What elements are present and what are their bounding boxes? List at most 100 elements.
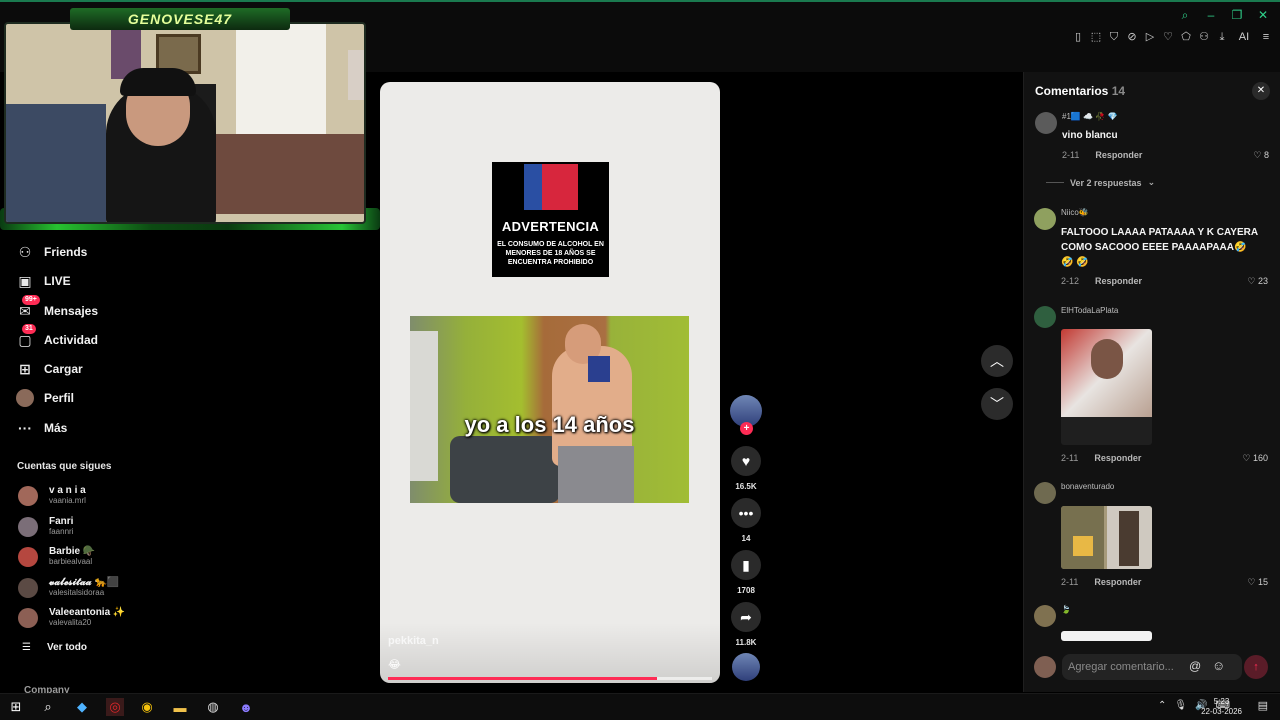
creator-avatar-button[interactable]: + (730, 395, 762, 435)
nav-profile[interactable]: Perfil (16, 389, 74, 407)
opera-icon[interactable]: ◎ (106, 698, 124, 716)
copilot-icon[interactable]: ◆ (73, 698, 91, 716)
see-all-link[interactable]: ☰ Ver todo (22, 642, 87, 653)
close-icon[interactable]: ✕ (1256, 8, 1270, 23)
following-item[interactable]: Barbie 🪖 barbiealvaal (18, 546, 95, 567)
follow-plus-icon[interactable]: + (740, 422, 753, 435)
chevron-up-icon[interactable]: ⌃ (1158, 700, 1166, 711)
creator-avatar: + (730, 395, 762, 435)
following-name: v a n i a (49, 485, 86, 496)
puzzle-icon[interactable]: ⬠ (1180, 30, 1192, 44)
live-icon: ▣ (18, 272, 32, 289)
nav-more[interactable]: ··· Más (16, 419, 67, 437)
comment-date: 2-11 (1061, 453, 1079, 463)
minimize-icon[interactable]: – (1204, 8, 1218, 23)
video-progress-fill (388, 677, 657, 680)
video-caption: yo a los 14 años (464, 412, 635, 437)
extension-icon[interactable]: ⚇ (1198, 30, 1210, 44)
send-icon[interactable]: ↑ (1244, 655, 1268, 679)
microphone-icon[interactable]: 🎙 (1174, 700, 1187, 711)
restore-icon[interactable]: ❐ (1230, 8, 1244, 23)
clock-time: 5:23 (1213, 697, 1230, 706)
following-item[interactable]: 𝓿𝓪𝓵𝓮𝓼𝓲𝓽𝓪𝓪 🐆⬛ valesitalsidoraa (18, 577, 119, 598)
comment-user[interactable]: bonaventurado (1061, 482, 1114, 491)
comment-like-count: 23 (1257, 276, 1268, 286)
avatar[interactable] (1034, 208, 1056, 230)
mention-icon[interactable]: @ (1189, 659, 1201, 673)
file-explorer-icon[interactable]: ▬ (171, 698, 189, 716)
nav-messages[interactable]: ✉ 99+ Mensajes (16, 295, 98, 320)
clip-shelf (410, 331, 438, 481)
share-count: 11.8K (735, 638, 757, 647)
reply-button[interactable]: Responder (1094, 453, 1141, 463)
heart-icon[interactable]: ♡ (1162, 30, 1174, 44)
download-icon[interactable]: ⤓ (1216, 30, 1228, 44)
reply-button[interactable]: Responder (1094, 577, 1141, 587)
reply-button[interactable]: Responder (1095, 150, 1142, 160)
following-item[interactable]: v a n i a vaania.mrl (18, 485, 86, 506)
heart-icon[interactable]: ♥ (731, 446, 761, 476)
sound-avatar-button[interactable] (730, 653, 762, 681)
nav-activity[interactable]: ▢ 31 Actividad (16, 324, 98, 349)
crop-icon[interactable]: ⬚ (1090, 30, 1102, 44)
following-item[interactable]: Fanri faannri (18, 516, 73, 537)
notifications-icon[interactable]: ▤ (1258, 699, 1268, 712)
nav-friends[interactable]: ⚇ Friends (16, 243, 88, 261)
comment-icon[interactable]: ••• (731, 498, 761, 528)
avatar[interactable] (1035, 112, 1057, 134)
avatar[interactable] (1034, 306, 1056, 328)
comment-user[interactable]: 🍃 (1061, 605, 1071, 614)
comment-user[interactable]: #1🟦 ☁️ 🥀 💎 (1062, 112, 1117, 121)
nav-upload[interactable]: ⊞ Cargar (16, 360, 83, 378)
video-author[interactable]: pekkita_n (388, 635, 439, 647)
comment-image[interactable] (1061, 329, 1152, 445)
emoji-icon[interactable]: ☺ (1212, 658, 1225, 673)
menu-icon[interactable]: ≡ (1260, 30, 1272, 44)
following-item[interactable]: Valeeantonia ✨ valevalita20 (18, 607, 125, 628)
comment-image-sticker (1073, 536, 1093, 556)
comment-meta: 2-11 Responder (1061, 453, 1141, 463)
comment-item: Niico🐝 FALTOOO LAAAA PATAAAA Y K CAYERA … (1034, 208, 1270, 288)
search-icon[interactable]: ⌕ (39, 698, 57, 716)
bookmark-icon[interactable]: ▮ (731, 550, 761, 580)
view-replies-button[interactable]: Ver 2 respuestas ⌄ (1046, 177, 1155, 188)
bookmark-icon[interactable]: ▯ (1072, 30, 1084, 44)
avatar[interactable] (1034, 605, 1056, 627)
block-icon[interactable]: ⊘ (1126, 30, 1138, 44)
search-icon[interactable]: ⌕ (1178, 8, 1192, 23)
comment-like-button[interactable]: ♡ 8 (1253, 150, 1269, 161)
obs-icon[interactable]: ◍ (204, 698, 222, 716)
comment-like-button[interactable]: ♡ 23 (1247, 276, 1268, 287)
previous-video-button[interactable]: ︿ (981, 345, 1013, 377)
messages-icon: ✉ 99+ (16, 295, 40, 320)
video-clip: yo a los 14 años (410, 316, 689, 503)
nav-live[interactable]: ▣ LIVE (16, 272, 70, 290)
following-name: 𝓿𝓪𝓵𝓮𝓼𝓲𝓽𝓪𝓪 🐆⬛ (49, 577, 120, 588)
comment-user[interactable]: ElHTodaLaPlata (1061, 306, 1118, 315)
comment-action[interactable]: ••• 14 (730, 498, 762, 543)
next-video-button[interactable]: ﹀ (981, 388, 1013, 420)
video-player[interactable]: ADVERTENCIA EL CONSUMO DE ALCOHOL EN MEN… (380, 82, 720, 683)
shield-icon[interactable]: ⛉ (1108, 30, 1120, 44)
comment-image[interactable] (1061, 631, 1152, 641)
share-action[interactable]: ➦ 11.8K (730, 602, 762, 647)
reply-button[interactable]: Responder (1095, 276, 1142, 286)
like-action[interactable]: ♥ 16.5K (730, 446, 762, 491)
comment-like-button[interactable]: ♡ 15 (1247, 577, 1268, 588)
close-icon[interactable]: ✕ (1252, 82, 1270, 100)
avatar[interactable] (1034, 482, 1056, 504)
windows-start-icon[interactable]: ⊞ (7, 698, 25, 716)
play-icon[interactable]: ▷ (1144, 30, 1156, 44)
comment-like-button[interactable]: ♡ 160 (1242, 453, 1268, 464)
save-action[interactable]: ▮ 1708 (730, 550, 762, 595)
comment-user[interactable]: Niico🐝 (1061, 208, 1089, 217)
clock[interactable]: 5:23 22-03-2026 (1201, 697, 1242, 717)
video-progress-bar[interactable] (388, 677, 712, 680)
share-icon[interactable]: ➦ (731, 602, 761, 632)
chrome-icon[interactable]: ◉ (138, 698, 156, 716)
discord-icon[interactable]: ☻ (237, 698, 255, 716)
comment-image[interactable] (1061, 506, 1152, 569)
ai-button[interactable]: AI (1234, 30, 1254, 44)
comment-date: 2-11 (1062, 150, 1080, 160)
comment-input-bar: @ ☺ ↑ (1034, 654, 1274, 680)
